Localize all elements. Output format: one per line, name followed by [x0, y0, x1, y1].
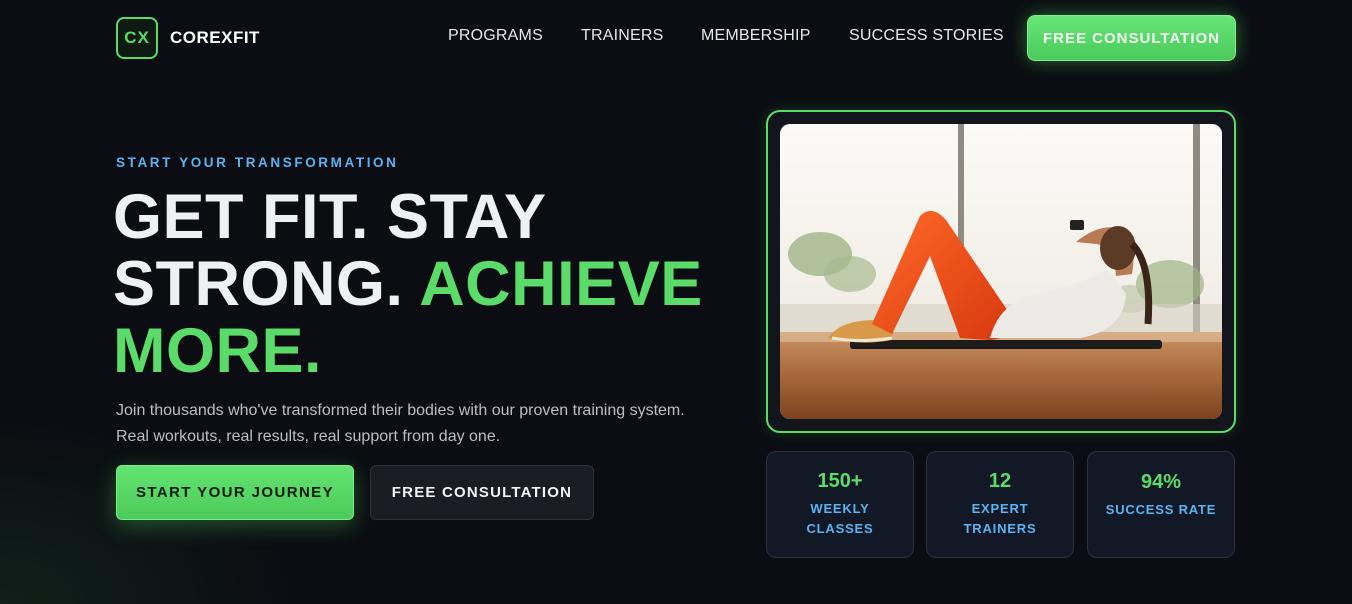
hero-image-frame	[766, 110, 1236, 433]
logo-mark-icon: CX	[116, 17, 158, 59]
stat-card-expert-trainers: 12 EXPERT TRAINERS	[926, 451, 1074, 558]
stat-value: 94%	[1140, 471, 1182, 493]
stat-label: WEEKLY CLASSES	[806, 501, 874, 536]
brand-logo[interactable]: CX COREXFIT	[116, 17, 260, 59]
brand-name: COREXFIT	[170, 28, 260, 47]
stat-card-weekly-classes: 150+ WEEKLY CLASSES	[766, 451, 914, 558]
start-journey-button[interactable]: START YOUR JOURNEY	[116, 465, 354, 520]
hero-description: Join thousands who've transformed their …	[116, 402, 685, 445]
stat-card-success-rate: 94% SUCCESS RATE	[1087, 451, 1235, 558]
nav-item-programs[interactable]: PROGRAMS	[448, 27, 543, 45]
stat-value: 12	[988, 470, 1012, 492]
nav-item-membership[interactable]: MEMBERSHIP	[701, 27, 811, 45]
nav-item-success-stories[interactable]: SUCCESS STORIES	[849, 27, 1004, 45]
hero-eyebrow: START YOUR TRANSFORMATION	[116, 155, 399, 170]
woman-doing-crunches-photo	[780, 124, 1222, 419]
site-header: CX COREXFIT PROGRAMS TRAINERS MEMBERSHIP…	[0, 0, 1352, 76]
hero-headline: GET FIT. STAY STRONG. ACHIEVE MORE.	[113, 184, 733, 385]
stat-label: SUCCESS RATE	[1105, 502, 1217, 517]
nav-item-trainers[interactable]: TRAINERS	[581, 27, 664, 45]
stat-value: 150+	[817, 470, 863, 492]
hero-photo	[780, 124, 1222, 419]
stat-label: EXPERT TRAINERS	[963, 501, 1037, 536]
free-consultation-button[interactable]: FREE CONSULTATION	[370, 465, 594, 520]
free-consultation-nav-button[interactable]: FREE CONSULTATION	[1027, 15, 1236, 61]
